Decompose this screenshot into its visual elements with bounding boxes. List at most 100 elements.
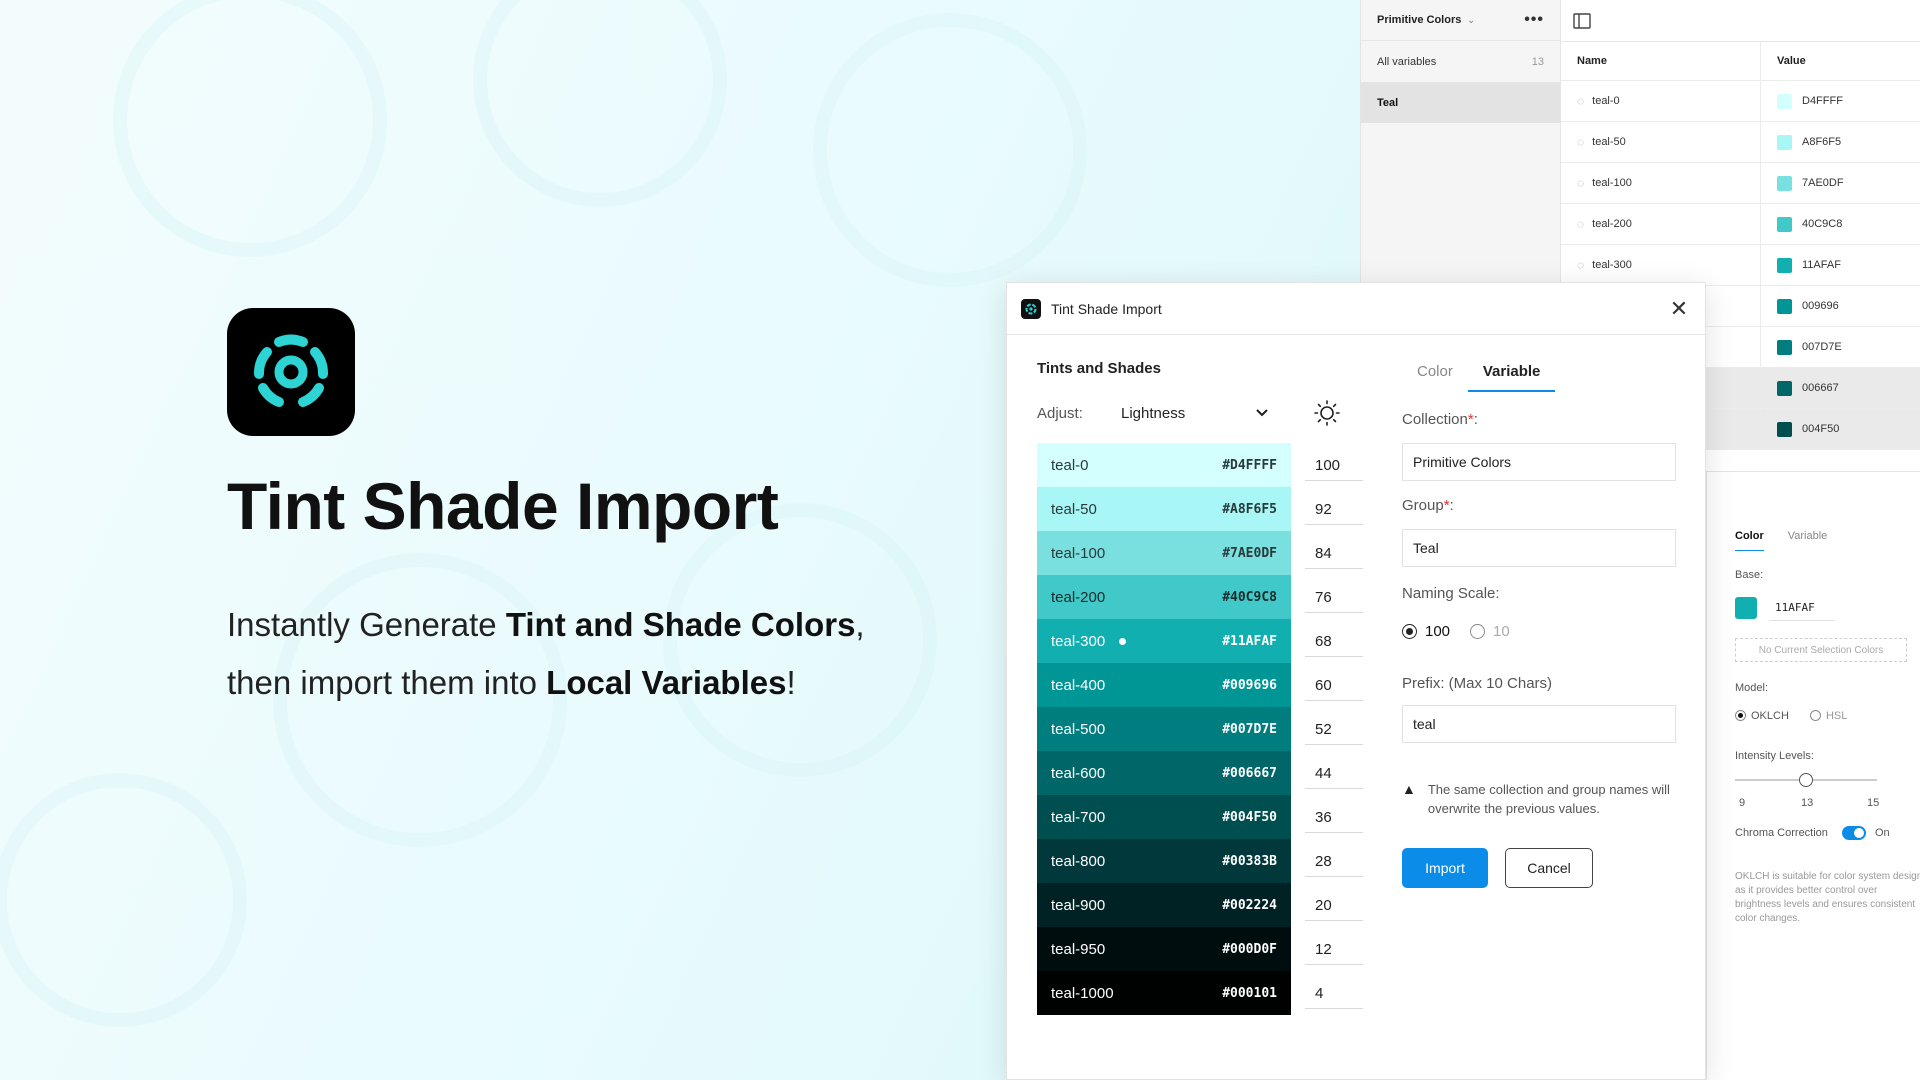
swatch-row[interactable]: teal-200 #40C9C8 (1037, 575, 1291, 619)
naming-scale-label: Naming Scale: (1402, 585, 1500, 602)
radio-naming-100[interactable]: 100 (1402, 623, 1450, 640)
swatch-row[interactable]: teal-1000 #000101 (1037, 971, 1291, 1015)
lightness-value-input[interactable]: 12 (1305, 927, 1363, 971)
swatch-hex[interactable]: #007D7E (1222, 722, 1277, 737)
sidebar-item-label: All variables (1377, 55, 1437, 68)
close-icon[interactable]: ✕ (1667, 296, 1691, 322)
swatch-row[interactable]: teal-800 #00383B (1037, 839, 1291, 883)
table-row[interactable]: ◌ teal-100 7AE0DF (1561, 163, 1920, 204)
swatch-hex[interactable]: #40C9C8 (1222, 590, 1277, 605)
radio-dot (1470, 624, 1486, 639)
swatch-row[interactable]: teal-300 #11AFAF (1037, 619, 1291, 663)
swatch-hex[interactable]: #009696 (1222, 678, 1277, 693)
lightness-value-input[interactable]: 60 (1305, 663, 1363, 707)
tab-color[interactable]: Color (1735, 530, 1764, 551)
lightness-value-input[interactable]: 36 (1305, 795, 1363, 839)
swatch-hex[interactable]: #A8F6F5 (1222, 502, 1277, 517)
hero-sub-text: then import them into (227, 664, 547, 701)
swatch-row[interactable]: teal-50 #A8F6F5 (1037, 487, 1291, 531)
variable-value-cell: 009696 (1761, 286, 1920, 326)
selection-colors-area: No Current Selection Colors (1735, 638, 1907, 662)
sidebar-item-teal[interactable]: Teal (1361, 82, 1560, 123)
color-variable-icon: ◌ (1577, 94, 1585, 108)
table-row[interactable]: ◌ teal-200 40C9C8 (1561, 204, 1920, 245)
prefix-input[interactable]: teal (1402, 705, 1676, 743)
lightness-value-input[interactable]: 44 (1305, 751, 1363, 795)
lightness-value-input[interactable]: 52 (1305, 707, 1363, 751)
color-swatch (1777, 134, 1792, 150)
table-row[interactable]: ◌ teal-50 A8F6F5 (1561, 122, 1920, 163)
chevron-down-icon (1256, 409, 1268, 417)
lightness-value-input[interactable]: 76 (1305, 575, 1363, 619)
adjust-label: Adjust: (1037, 405, 1083, 422)
lightness-value-input[interactable]: 100 (1305, 443, 1363, 487)
adjust-dropdown[interactable]: Lightness (1115, 395, 1275, 431)
variable-value: 009696 (1802, 300, 1839, 312)
lightness-value-input[interactable]: 20 (1305, 883, 1363, 927)
sidebar-item-all-variables[interactable]: All variables 13 (1361, 41, 1560, 82)
base-hex-input[interactable]: 11AFAF (1769, 595, 1835, 621)
variable-value: 7AE0DF (1802, 177, 1844, 189)
lightness-value-input[interactable]: 84 (1305, 531, 1363, 575)
app-logo (227, 308, 355, 436)
swatch-hex[interactable]: #00383B (1222, 854, 1277, 869)
label-text: Group (1402, 497, 1444, 514)
hero-sub-bold: Tint and Shade Colors (505, 606, 856, 643)
lightness-value-input[interactable]: 68 (1305, 619, 1363, 663)
table-row[interactable]: ◌ teal-0 D4FFFF (1561, 81, 1920, 122)
color-swatch (1777, 421, 1792, 437)
radio-label: OKLCH (1751, 710, 1789, 722)
radio-oklch[interactable]: OKLCH (1735, 710, 1789, 722)
swatch-hex[interactable]: #000D0F (1222, 942, 1277, 957)
tab-color[interactable]: Color (1402, 363, 1468, 392)
group-input[interactable]: Teal (1402, 529, 1676, 567)
swatch-row[interactable]: teal-700 #004F50 (1037, 795, 1291, 839)
chroma-toggle[interactable] (1842, 826, 1866, 840)
base-label: Base: (1735, 569, 1764, 581)
color-swatch (1777, 380, 1792, 396)
required-mark: * (1443, 497, 1450, 514)
tab-variable[interactable]: Variable (1788, 530, 1828, 551)
import-button[interactable]: Import (1402, 848, 1488, 888)
radio-hsl[interactable]: HSL (1809, 710, 1847, 722)
more-icon[interactable]: ••• (1524, 11, 1544, 29)
sun-icon[interactable] (1313, 399, 1341, 427)
swatch-name: teal-500 (1051, 720, 1106, 738)
model-label: Model: (1735, 682, 1769, 694)
chevron-down-icon: ⌄ (1467, 14, 1475, 25)
swatch-row[interactable]: teal-900 #002224 (1037, 883, 1291, 927)
swatch-name: teal-700 (1051, 808, 1106, 826)
swatch-row[interactable]: teal-950 #000D0F (1037, 927, 1291, 971)
lightness-value-input[interactable]: 28 (1305, 839, 1363, 883)
radio-naming-10[interactable]: 10 (1470, 623, 1510, 640)
swatch-hex[interactable]: #004F50 (1222, 810, 1277, 825)
color-swatch (1777, 93, 1792, 109)
variable-value-cell: 7AE0DF (1761, 163, 1920, 203)
swatch-hex[interactable]: #D4FFFF (1222, 458, 1277, 473)
intensity-slider-handle[interactable] (1799, 773, 1813, 787)
lightness-value-input[interactable]: 4 (1305, 971, 1363, 1015)
swatch-hex[interactable]: #11AFAF (1222, 634, 1277, 649)
base-color-swatch[interactable] (1735, 597, 1757, 619)
cancel-button[interactable]: Cancel (1505, 848, 1593, 888)
table-row[interactable]: ◌ teal-300 11AFAF (1561, 245, 1920, 286)
lightness-value-input[interactable]: 92 (1305, 487, 1363, 531)
swatch-row[interactable]: teal-0 #D4FFFF (1037, 443, 1291, 487)
collection-input[interactable]: Primitive Colors (1402, 443, 1676, 481)
swatch-name: teal-800 (1051, 852, 1106, 870)
intensity-label: Intensity Levels: (1735, 750, 1814, 762)
tab-variable[interactable]: Variable (1467, 363, 1556, 392)
swatch-row[interactable]: teal-100 #7AE0DF (1037, 531, 1291, 575)
radio-dot (1809, 710, 1821, 721)
swatch-row[interactable]: teal-500 #007D7E (1037, 707, 1291, 751)
radio-dot (1402, 624, 1417, 639)
swatch-hex[interactable]: #7AE0DF (1222, 546, 1277, 561)
collection-selector[interactable]: Primitive Colors ⌄ ••• (1361, 0, 1560, 41)
sidebar-toggle-icon[interactable] (1573, 12, 1591, 29)
swatch-hex[interactable]: #000101 (1222, 986, 1277, 1001)
swatch-hex[interactable]: #006667 (1222, 766, 1277, 781)
swatch-row[interactable]: teal-400 #009696 (1037, 663, 1291, 707)
color-swatch (1777, 339, 1792, 355)
swatch-hex[interactable]: #002224 (1222, 898, 1277, 913)
swatch-row[interactable]: teal-600 #006667 (1037, 751, 1291, 795)
